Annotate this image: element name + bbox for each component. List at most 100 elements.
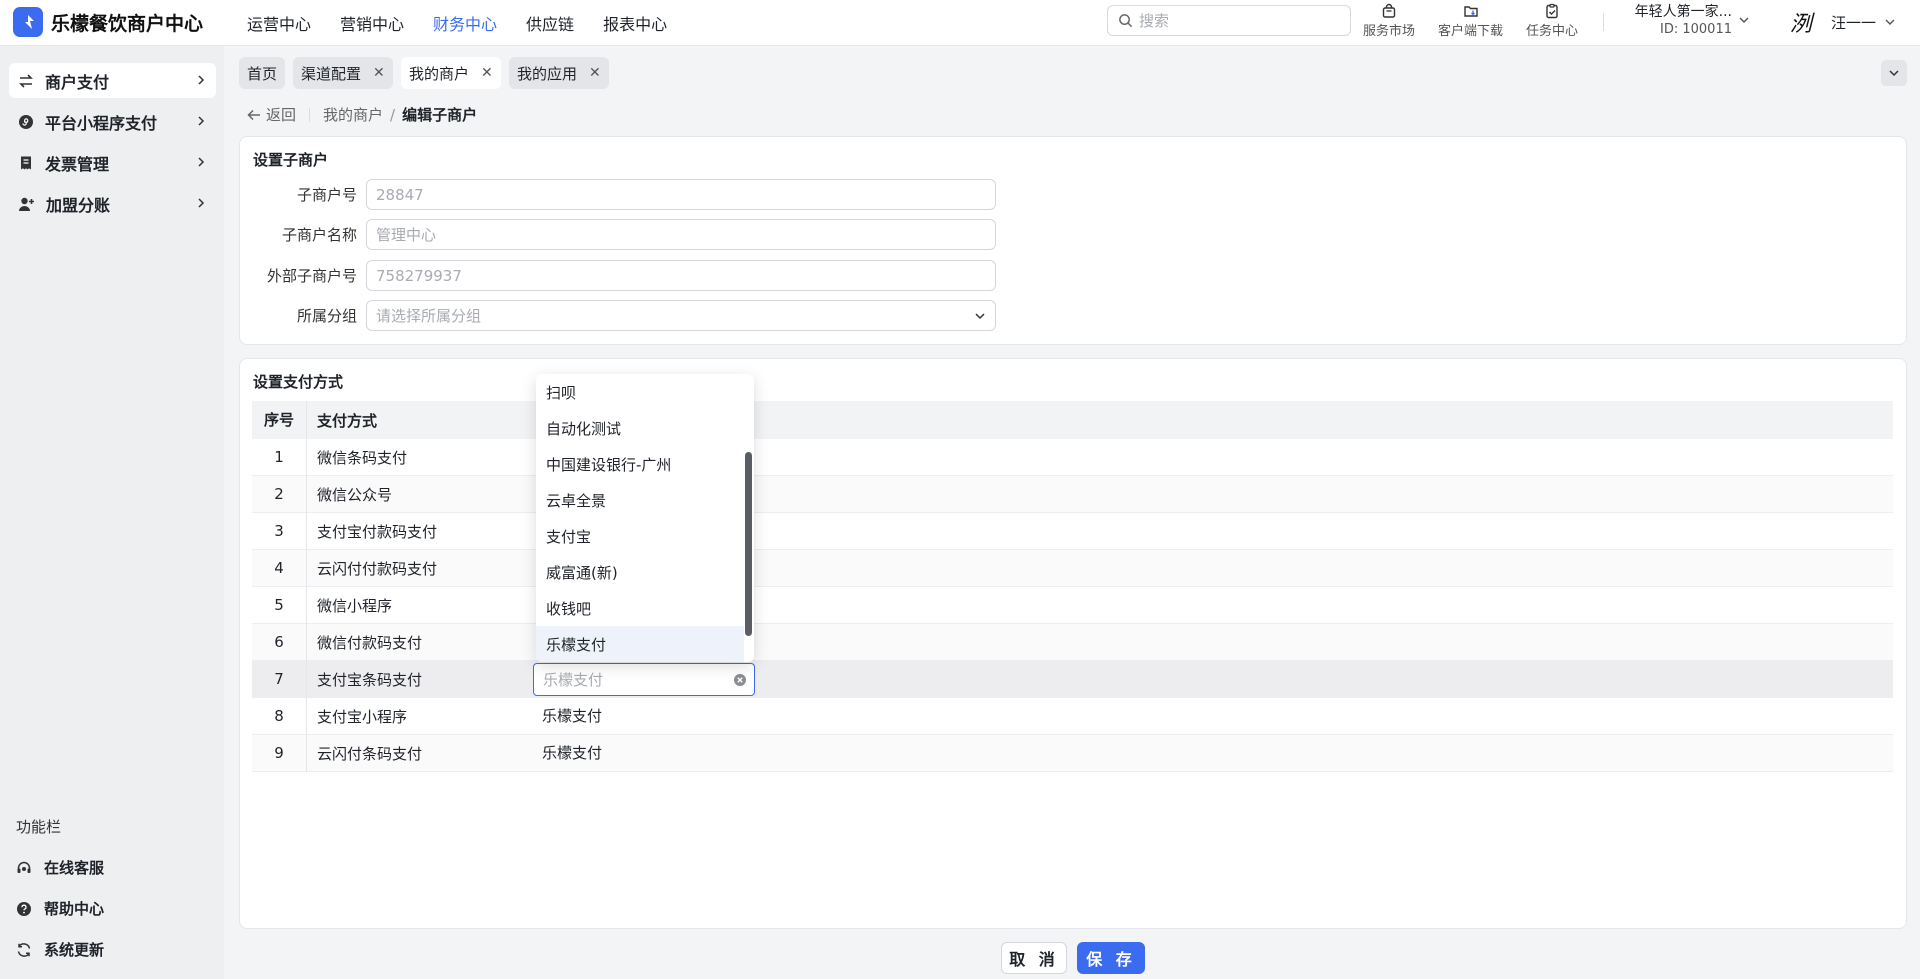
online-support-link[interactable]: 在线客服 <box>16 857 104 878</box>
close-icon[interactable]: ✕ <box>589 66 601 80</box>
row-no: 3 <box>252 512 307 550</box>
nav-operations[interactable]: 运营中心 <box>247 11 311 35</box>
table-row[interactable]: 9 云闪付条码支付 乐檬支付 <box>252 734 1893 772</box>
channel-select-placeholder: 乐檬支付 <box>543 671 604 689</box>
dropdown-option[interactable]: 支付宝 <box>536 518 744 554</box>
save-button[interactable]: 保 存 <box>1077 942 1145 974</box>
external-id-input[interactable] <box>366 260 996 291</box>
dropdown-option[interactable]: 自动化测试 <box>536 410 744 446</box>
row-method: 微信小程序 <box>317 596 393 615</box>
nav-marketing[interactable]: 营销中心 <box>340 11 404 35</box>
dropdown-option[interactable]: 扫呗 <box>536 374 744 410</box>
chevron-right-icon <box>195 197 207 209</box>
table-row[interactable]: 4 云闪付付款码支付 <box>252 549 1893 587</box>
exchange-icon <box>18 73 34 89</box>
breadcrumb-parent[interactable]: 我的商户 <box>323 104 383 125</box>
app-logo[interactable]: 乐檬餐饮商户中心 <box>13 7 203 37</box>
mini-program-icon <box>18 114 34 130</box>
help-icon <box>16 901 32 917</box>
table-row[interactable]: 8 支付宝小程序 乐檬支付 <box>252 697 1893 735</box>
avatar: 洌 <box>1789 12 1812 37</box>
tab-label: 首页 <box>247 64 278 83</box>
submerchant-id-input[interactable] <box>366 179 996 210</box>
sidebar: 商户支付 平台小程序支付 发票管理 加盟分账 功能栏 在线客服 帮助中心 系统更… <box>0 46 224 979</box>
row-no: 4 <box>252 549 307 587</box>
tabs-menu-button[interactable] <box>1881 60 1907 86</box>
form-row-submerchant-name: 子商户名称 <box>240 219 1020 250</box>
table-row[interactable]: 5 微信小程序 <box>252 586 1893 624</box>
search-input[interactable] <box>1139 11 1339 30</box>
user-menu[interactable]: 洌 汪一一 <box>1787 8 1896 37</box>
table-row[interactable]: 1 微信条码支付 <box>252 438 1893 476</box>
field-label: 外部子商户号 <box>266 267 357 285</box>
help-center-link[interactable]: 帮助中心 <box>16 898 104 919</box>
clear-icon[interactable] <box>733 673 747 687</box>
dropdown-option-selected[interactable]: 乐檬支付 <box>536 626 744 662</box>
submerchant-name-input[interactable] <box>366 219 996 250</box>
headset-icon <box>16 860 32 876</box>
group-select[interactable]: 请选择所属分组 <box>366 300 996 331</box>
table-row[interactable]: 7 支付宝条码支付 乐檬支付 <box>252 660 1893 698</box>
dropdown-option[interactable]: 云卓全景 <box>536 482 744 518</box>
dropdown-option[interactable]: 威富通(新) <box>536 554 744 590</box>
sidebar-item-invoice[interactable]: 发票管理 <box>9 145 216 180</box>
channel-select[interactable]: 乐檬支付 <box>533 663 755 696</box>
back-label: 返回 <box>266 106 297 124</box>
row-channel[interactable]: 乐檬支付 <box>542 698 602 735</box>
nav-finance[interactable]: 财务中心 <box>433 11 497 35</box>
channel-dropdown: 扫呗 自动化测试 中国建设银行-广州 云卓全景 支付宝 威富通(新) 收钱吧 乐… <box>536 374 754 662</box>
func-item-label: 在线客服 <box>44 859 105 877</box>
nav-reports[interactable]: 报表中心 <box>603 11 667 35</box>
row-method: 支付宝小程序 <box>317 707 408 726</box>
form-row-submerchant-id: 子商户号 <box>240 179 1020 210</box>
tab-channel-config[interactable]: 渠道配置 ✕ <box>293 57 393 89</box>
row-method: 云闪付条码支付 <box>317 744 423 763</box>
row-no: 7 <box>252 660 307 698</box>
row-method: 微信公众号 <box>317 485 393 504</box>
close-icon[interactable]: ✕ <box>481 66 493 80</box>
task-center-button[interactable]: 任务中心 <box>1526 2 1578 39</box>
close-icon[interactable]: ✕ <box>373 66 385 80</box>
field-label: 子商户名称 <box>281 226 357 244</box>
system-update-link[interactable]: 系统更新 <box>16 939 104 960</box>
row-no: 2 <box>252 475 307 513</box>
table-row[interactable]: 3 支付宝付款码支付 <box>252 512 1893 550</box>
chevron-down-icon[interactable] <box>1738 14 1750 26</box>
row-no: 1 <box>252 438 307 476</box>
table-row[interactable]: 2 微信公众号 <box>252 475 1893 513</box>
tab-my-merchants[interactable]: 我的商户 ✕ <box>401 57 501 89</box>
chevron-right-icon <box>195 156 207 168</box>
service-market-button[interactable]: 服务市场 <box>1363 2 1415 39</box>
org-switcher[interactable]: 年轻人第一家... ID: 100011 <box>1620 1 1732 37</box>
payment-card: 设置支付方式 序号 支付方式 1 微信条码支付 2 微信公众号 3 支付宝付款码… <box>239 358 1907 929</box>
form-row-external-id: 外部子商户号 <box>240 260 1020 291</box>
search-box <box>1107 5 1351 36</box>
row-no: 9 <box>252 734 307 772</box>
sidebar-item-label: 发票管理 <box>45 154 110 174</box>
shopping-bag-icon <box>1381 3 1397 19</box>
sidebar-item-merchant-payment[interactable]: 商户支付 <box>9 63 216 98</box>
dropdown-scrollbar[interactable] <box>745 452 752 636</box>
divider <box>309 107 311 122</box>
tab-label: 渠道配置 <box>301 64 362 83</box>
back-button[interactable]: 返回 <box>242 104 296 125</box>
logo-icon <box>13 7 43 37</box>
sidebar-item-franchise-split[interactable]: 加盟分账 <box>9 186 216 221</box>
dropdown-option[interactable]: 中国建设银行-广州 <box>536 446 744 482</box>
row-method: 支付宝条码支付 <box>317 670 423 689</box>
row-channel[interactable]: 乐檬支付 <box>542 735 602 772</box>
client-download-button[interactable]: 客户端下载 <box>1438 2 1503 39</box>
table-row[interactable]: 6 微信付款码支付 <box>252 623 1893 661</box>
nav-supply-chain[interactable]: 供应链 <box>526 11 574 35</box>
dropdown-option[interactable]: 收钱吧 <box>536 590 744 626</box>
row-method: 微信条码支付 <box>317 448 408 467</box>
chevron-down-icon <box>1888 67 1900 79</box>
tab-my-apps[interactable]: 我的应用 ✕ <box>509 57 609 89</box>
cancel-button[interactable]: 取 消 <box>1001 942 1067 974</box>
chevron-right-icon <box>195 115 207 127</box>
tab-label: 我的应用 <box>517 64 578 83</box>
user-name: 汪一一 <box>1831 13 1877 32</box>
sidebar-item-mini-program-payment[interactable]: 平台小程序支付 <box>9 104 216 139</box>
tab-home[interactable]: 首页 <box>239 57 286 89</box>
app-title: 乐檬餐饮商户中心 <box>51 12 204 35</box>
